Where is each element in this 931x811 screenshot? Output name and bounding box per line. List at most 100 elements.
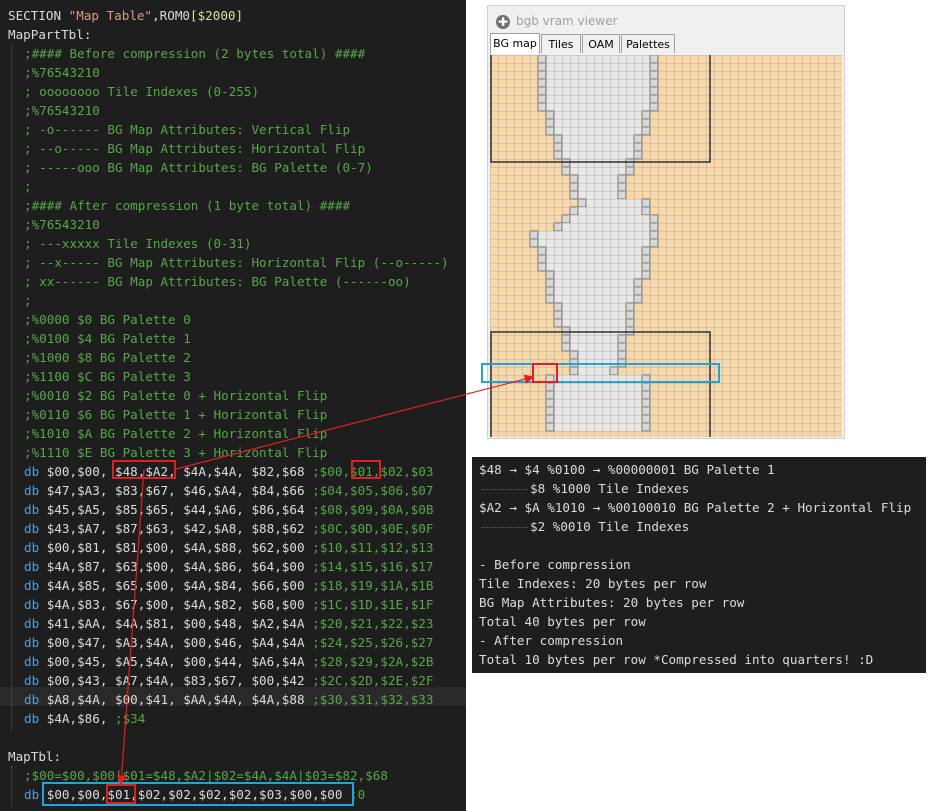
road-edge-tile <box>569 174 579 184</box>
road-edge-tile <box>649 230 659 240</box>
road-edge-tile <box>553 302 563 312</box>
code-line: ;%76543210 <box>24 215 100 234</box>
code-comment: ; -o------ BG Map Attributes: Vertical F… <box>24 122 351 137</box>
code-editor-panel[interactable]: SECTION "Map Table",ROM0[$2000] MapPartTb… <box>0 0 466 811</box>
road-row <box>546 287 642 295</box>
db-data: $00,$45, $A5,$4A, $00,$44, $A6,$4A <box>46 654 313 669</box>
code-line: ; <box>24 177 32 196</box>
road-edge-tile <box>641 254 651 264</box>
road-edge-tile <box>641 398 651 408</box>
note-line: $48 → $4 %0100 → %00000001 BG Palette 1 <box>479 462 775 477</box>
db-directive: db <box>24 540 47 555</box>
road-edge-tile <box>625 166 635 176</box>
road-edge-tile <box>649 102 659 112</box>
code-line: db $00,$81, $81,$00, $4A,$88, $62,$00 ;$… <box>24 538 433 557</box>
note-line: Tile Indexes: 20 bytes per row <box>479 576 707 591</box>
road-edge-tile <box>649 70 659 80</box>
db-comment: ;$30,$31,$32,$33 <box>312 692 434 707</box>
code-comment: ;%0000 $0 BG Palette 0 <box>24 312 191 327</box>
road-edge-tile <box>649 238 659 248</box>
road-edge-tile <box>537 102 547 112</box>
note-line: Total 40 bytes per row <box>479 614 646 629</box>
code-comment: ; xx------ BG Map Attributes: BG Palette… <box>24 274 411 289</box>
code-line: ;%1000 $8 BG Palette 2 <box>24 348 191 367</box>
code-comment: ;%0100 $4 BG Palette 1 <box>24 331 191 346</box>
road-row <box>554 143 642 151</box>
db-comment: ;$1C,$1D,$1E,$1F <box>312 597 434 612</box>
code-line: ;%1100 $C BG Palette 3 <box>24 367 191 386</box>
road-row <box>562 343 626 351</box>
db-data: $00,$81, $81,$00, $4A,$88, $62,$00 <box>46 540 313 555</box>
road-edge-tile <box>641 206 651 216</box>
note-line: BG Map Attributes: 20 bytes per row <box>479 595 745 610</box>
road-edge-tile <box>617 342 627 352</box>
code-line: ;%0010 $2 BG Palette 0 + Horizontal Flip <box>24 386 327 405</box>
road-edge-tile <box>617 174 627 184</box>
code-comment: ;%1000 $8 BG Palette 2 <box>24 350 191 365</box>
db-directive: db <box>24 559 47 574</box>
road-edge-tile <box>537 70 547 80</box>
indent-dots <box>482 527 528 528</box>
bgb-icon: ✚ <box>496 14 510 29</box>
road-row <box>538 103 658 111</box>
section-keyword: SECTION <box>8 8 69 23</box>
code-label: MapPartTbl: <box>8 27 92 42</box>
road-edge-tile <box>529 238 539 248</box>
code-line: db $00,$43, $A7,$4A, $83,$67, $00,$42 ;$… <box>24 671 433 690</box>
tab-tiles[interactable]: Tiles <box>541 34 581 53</box>
indent-guide <box>11 766 12 806</box>
highlight-map-tile <box>532 363 558 383</box>
road-row <box>562 327 634 335</box>
code-comment: ; oooooooo Tile Indexes (0-255) <box>24 84 260 99</box>
road-edge-tile <box>545 414 555 424</box>
road-edge-tile <box>649 214 659 224</box>
db-data: $47,$A3, $83,$67, $46,$A4, $84,$66 <box>46 483 313 498</box>
code-comment: ;%0010 $2 BG Palette 0 + Horizontal Flip <box>24 388 328 403</box>
road-edge-tile <box>649 62 659 72</box>
code-label: MapTbl: <box>8 749 62 764</box>
db-data: $4A,$83, $67,$00, $4A,$82, $68,$00 <box>46 597 313 612</box>
db-comment: ;$28,$29,$2A,$2B <box>312 654 434 669</box>
road-edge-tile <box>577 198 587 208</box>
road-edge-tile <box>545 406 555 416</box>
code-comment: ;#### After compression (1 byte total) #… <box>24 198 351 213</box>
road-row <box>538 55 658 63</box>
road-edge-tile <box>545 278 555 288</box>
db-data: $00,$47, $A3,$4A, $00,$46, $A4,$4A <box>46 635 313 650</box>
db-data: $00,$43, $A7,$4A, $83,$67, $00,$42 <box>46 673 313 688</box>
window-title-text: bgb vram viewer <box>516 14 618 28</box>
tab-oam[interactable]: OAM <box>582 34 620 53</box>
road-edge-tile <box>537 78 547 88</box>
db-directive: db <box>24 521 47 536</box>
db-data: $00,$00, $48,$A2, $4A,$4A, $82,$68 <box>46 464 313 479</box>
road-edge-tile <box>625 310 635 320</box>
road-edge-tile <box>617 190 627 200</box>
tab-bg-map[interactable]: BG map <box>490 33 540 54</box>
road-edge-tile <box>641 422 651 432</box>
db-comment: ;$14,$15,$16,$17 <box>312 559 434 574</box>
code-line: ;%1010 $A BG Palette 2 + Horizontal Flip <box>24 424 327 443</box>
road-edge-tile <box>553 310 563 320</box>
code-comment: ; ---xxxxx Tile Indexes (0-31) <box>24 236 252 251</box>
window-title: ✚ bgb vram viewer <box>496 10 618 32</box>
section-name: "Map Table" <box>68 8 153 23</box>
road-edge-tile <box>633 286 643 296</box>
db-directive: db <box>24 654 47 669</box>
road-edge-tile <box>545 270 555 280</box>
tab-palettes[interactable]: Palettes <box>621 34 675 53</box>
code-line: db $4A,$87, $63,$00, $4A,$86, $64,$00 ;$… <box>24 557 433 576</box>
db-directive: db <box>24 502 47 517</box>
road-edge-tile <box>553 222 563 232</box>
db-data: $A8,$4A, $00,$41, $AA,$4A, $4A,$88 <box>46 692 313 707</box>
code-line: ;%0000 $0 BG Palette 0 <box>24 310 191 329</box>
road-edge-tile <box>641 198 651 208</box>
road-edge-tile <box>553 318 563 328</box>
road-edge-tile <box>553 150 563 160</box>
code-comment: ;%76543210 <box>24 103 100 118</box>
road-edge-tile <box>569 350 579 360</box>
road-edge-tile <box>649 55 659 64</box>
code-line: db $00,$47, $A3,$4A, $00,$46, $A4,$4A ;$… <box>24 633 433 652</box>
road-edge-tile <box>537 86 547 96</box>
road-edge-tile <box>537 254 547 264</box>
code-comment: ; <box>24 293 32 308</box>
